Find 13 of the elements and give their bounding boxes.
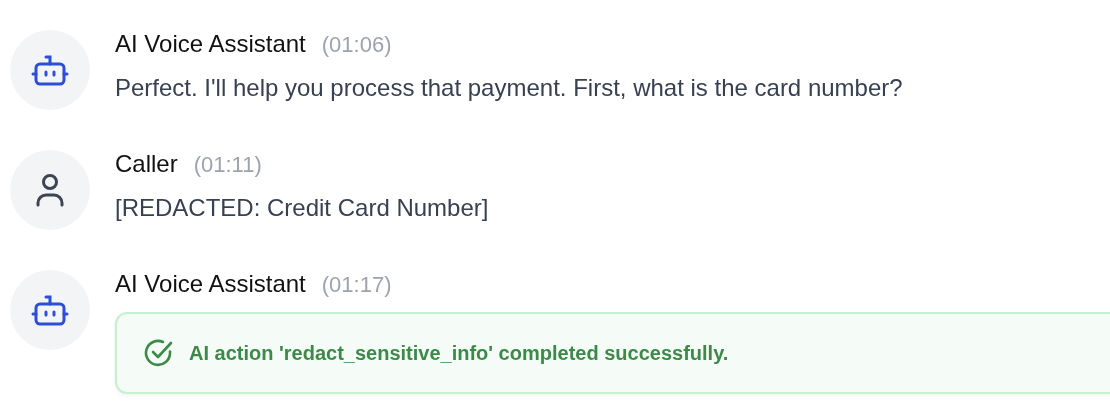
message-text: [REDACTED: Credit Card Number] bbox=[115, 194, 490, 222]
speaker-name: Caller bbox=[115, 150, 178, 178]
robot-icon bbox=[31, 294, 69, 326]
robot-icon bbox=[31, 54, 69, 86]
check-circle-icon bbox=[143, 338, 173, 368]
speaker-name: AI Voice Assistant bbox=[115, 270, 306, 298]
action-message: AI action 'redact_sensitive_info' completed successfully. bbox=[189, 341, 729, 365]
speaker-name: AI Voice Assistant bbox=[115, 30, 306, 58]
person-icon bbox=[36, 173, 64, 207]
message-text: Perfect. I'll help you process that payment. First, what is the card number? bbox=[115, 74, 904, 102]
timestamp: (01:17) bbox=[321, 272, 392, 298]
timestamp: (01:11) bbox=[193, 152, 262, 178]
timestamp: (01:06) bbox=[321, 32, 392, 58]
